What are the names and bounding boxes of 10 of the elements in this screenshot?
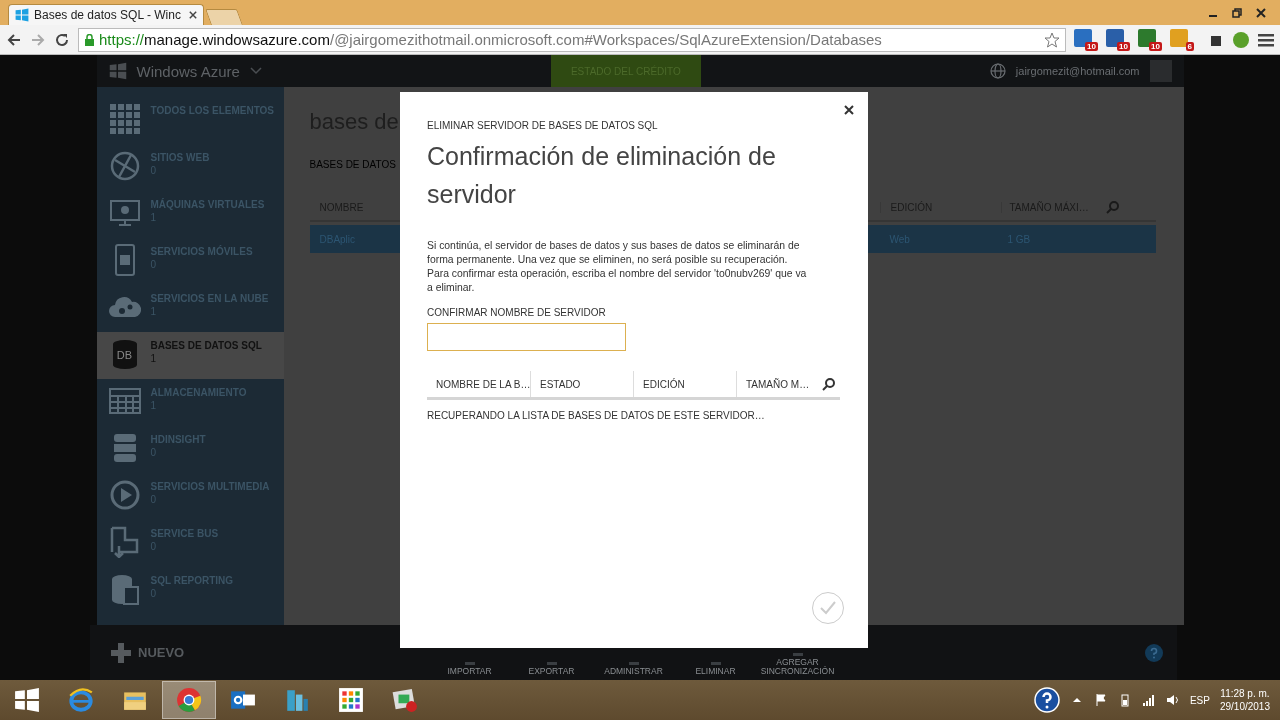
warning-text: Si continúa, el servidor de bases de datos y sus bases de datos se eliminarán de forma permanente. Una vez que se eliminen, no será posible su recuperación. Para confirmar esta operación, escriba el nombre del servidor 'to0nubv269' que va a eliminar. <box>427 239 808 295</box>
count-badge: 6 <box>1185 41 1194 51</box>
field-label: CONFIRMAR NOMBRE DE SERVIDOR <box>427 307 607 318</box>
count-badge: 10 <box>1117 41 1130 51</box>
count-badge: 10 <box>1085 41 1098 51</box>
dialog-subtitle: ELIMINAR SERVIDOR DE BASES DE DATOS SQL <box>427 120 659 131</box>
brand-name: Windows Azure <box>136 62 240 80</box>
loading-message: RECUPERANDO LA LISTA DE BASES DE DATOS DE ESTE SERVIDOR… <box>427 410 766 421</box>
count-badge: 10 <box>1149 41 1162 51</box>
dialog-title: Confirmación de eliminación de servidor <box>427 141 777 210</box>
